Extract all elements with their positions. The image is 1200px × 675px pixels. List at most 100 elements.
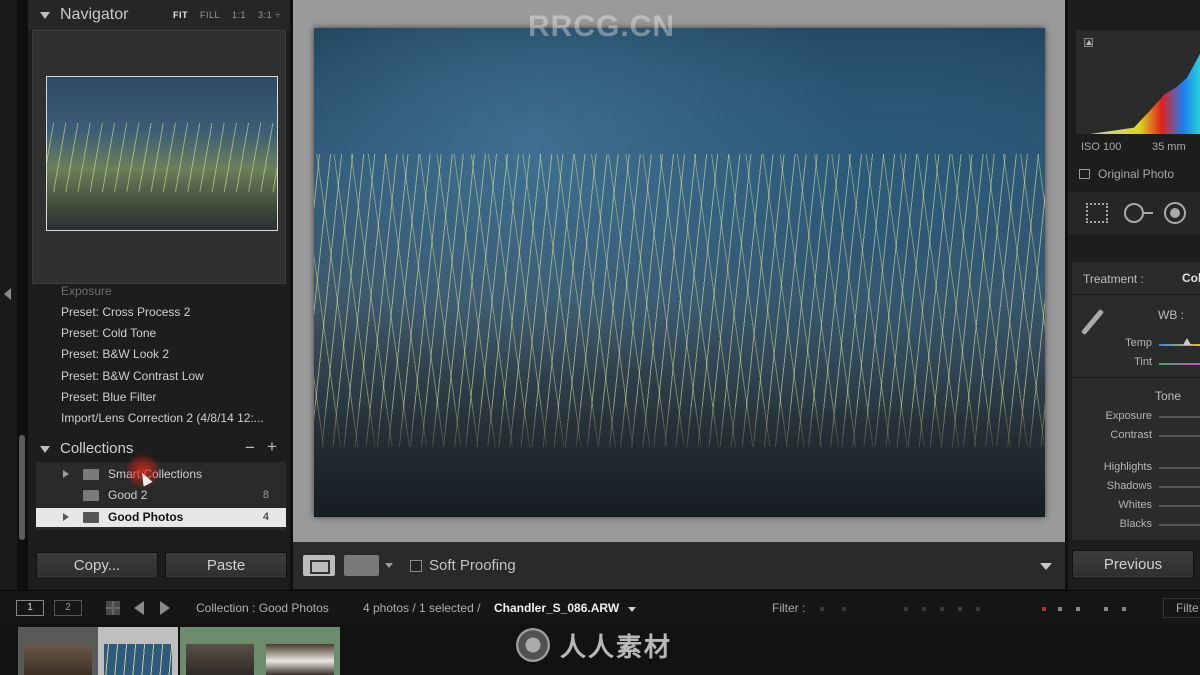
navigator-title: Navigator <box>60 6 129 23</box>
slider-label-temp: Temp <box>1125 337 1152 349</box>
slider-label-contrast: Contrast <box>1110 429 1152 441</box>
before-after-dropdown-icon[interactable] <box>385 563 393 568</box>
watermark-top: RRCG.CN <box>528 10 675 43</box>
shadows-slider[interactable] <box>1159 486 1200 488</box>
filter-color-icon[interactable] <box>1058 607 1062 611</box>
left-panel-scrollbar[interactable] <box>19 435 25 540</box>
secondary-display-button[interactable]: 2 <box>54 600 82 616</box>
selected-filename[interactable]: Chandler_S_086.ARW <box>494 601 619 615</box>
filter-label: Filter : <box>772 601 806 615</box>
blacks-slider[interactable] <box>1159 524 1200 526</box>
filter-color-red-icon[interactable] <box>1042 607 1046 611</box>
filter-star-icon[interactable] <box>958 607 962 611</box>
shadow-clipping-icon[interactable] <box>1084 38 1093 47</box>
white-balance-selector-icon[interactable] <box>1080 308 1105 336</box>
collection-row-good-photos[interactable]: Good Photos 4 <box>36 508 286 527</box>
highlights-slider[interactable] <box>1159 467 1200 469</box>
filter-kind-icon[interactable] <box>1122 607 1126 611</box>
zoom-fit-option[interactable]: FIT <box>173 10 188 20</box>
thumbnail-image <box>104 644 172 675</box>
remove-collection-button[interactable]: − <box>245 438 255 458</box>
add-collection-button[interactable]: + <box>267 437 277 457</box>
filter-kind-icon[interactable] <box>1104 607 1108 611</box>
navigator-preview[interactable] <box>32 30 286 284</box>
develop-tool-strip <box>1068 192 1200 234</box>
zoom-fill-option[interactable]: FILL <box>200 10 220 20</box>
soft-proofing-checkbox[interactable] <box>410 560 422 572</box>
forward-arrow-icon[interactable] <box>160 601 170 615</box>
slider-label-whites: Whites <box>1118 499 1152 511</box>
history-item[interactable]: Preset: Blue Filter <box>61 390 156 404</box>
history-item[interactable]: Preset: Cold Tone <box>61 326 156 340</box>
disclosure-down-icon[interactable] <box>40 446 50 453</box>
collections-header[interactable]: Collections − + <box>28 437 290 460</box>
filename-dropdown-icon[interactable] <box>628 607 636 612</box>
disclosure-right-icon[interactable] <box>63 513 69 521</box>
original-photo-checkbox[interactable] <box>1079 169 1090 179</box>
history-item[interactable]: Import/Lens Correction 2 (4/8/14 12:... <box>61 411 264 425</box>
left-panel-toggle[interactable] <box>0 0 17 590</box>
loupe-view-button[interactable] <box>303 555 335 576</box>
history-item[interactable]: Preset: B&W Contrast Low <box>61 369 204 383</box>
copy-settings-button[interactable]: Copy... <box>36 552 158 579</box>
basic-panel: Treatment : Col WB : Temp Tint Tone Expo… <box>1072 262 1200 540</box>
filter-controls[interactable] <box>820 607 1150 611</box>
temp-slider-thumb[interactable] <box>1183 338 1191 345</box>
spot-removal-icon[interactable] <box>1124 203 1144 223</box>
slider-label-tint: Tint <box>1134 356 1152 368</box>
red-eye-icon[interactable] <box>1164 202 1186 224</box>
zoom-3to1-option[interactable]: 3:1 ÷ <box>258 10 280 20</box>
previous-button[interactable]: Previous <box>1072 550 1194 579</box>
whites-slider[interactable] <box>1159 505 1200 507</box>
filmstrip-thumbnail[interactable] <box>180 627 260 675</box>
filmstrip-thumbnail-selected[interactable] <box>98 627 178 675</box>
filter-kind-icon[interactable] <box>1076 607 1080 611</box>
disclosure-down-icon[interactable] <box>40 12 50 19</box>
filter-flag-icon[interactable] <box>820 607 824 611</box>
history-item-faded[interactable]: Exposure <box>61 284 112 298</box>
filmstrip-thumbnail[interactable] <box>260 627 340 675</box>
photo-count: 4 photos / 1 selected / <box>363 601 481 615</box>
primary-display-button[interactable]: 1 <box>16 600 44 616</box>
filmstrip-source[interactable]: Collection : Good Photos <box>196 601 329 615</box>
filter-flag-icon[interactable] <box>842 607 846 611</box>
paste-settings-button[interactable]: Paste <box>165 552 287 579</box>
filter-star-icon[interactable] <box>940 607 944 611</box>
history-item[interactable]: Preset: Cross Process 2 <box>61 305 190 319</box>
filter-star-icon[interactable] <box>976 607 980 611</box>
soft-proofing-label[interactable]: Soft Proofing <box>429 557 516 574</box>
filter-star-icon[interactable] <box>922 607 926 611</box>
filter-star-icon[interactable] <box>904 607 908 611</box>
histogram[interactable] <box>1076 30 1200 134</box>
tint-slider[interactable] <box>1159 363 1200 365</box>
collection-row-smart-collections[interactable]: Smart Collections <box>36 465 286 484</box>
contrast-slider[interactable] <box>1159 435 1200 437</box>
temp-slider[interactable] <box>1159 344 1200 346</box>
photo-grass-texture <box>314 153 1045 447</box>
focal-length-value: 35 mm <box>1152 141 1186 153</box>
crop-overlay-icon[interactable] <box>1086 203 1108 223</box>
collection-row-good-2[interactable]: Good 2 8 <box>36 486 286 505</box>
main-photo[interactable] <box>314 28 1045 517</box>
zoom-1to1-option[interactable]: 1:1 <box>232 10 246 20</box>
filters-toggle[interactable]: Filte <box>1163 598 1200 618</box>
toolbar-menu-icon[interactable] <box>1040 563 1052 570</box>
filmstrip-thumbnail[interactable] <box>18 627 98 675</box>
history-item[interactable]: Preset: B&W Look 2 <box>61 347 169 361</box>
thumbnail-image <box>24 644 92 675</box>
exposure-slider[interactable] <box>1159 416 1200 418</box>
divider <box>1072 294 1200 295</box>
navigator-header[interactable]: Navigator FIT FILL 1:1 3:1 ÷ <box>28 0 290 30</box>
navigator-thumbnail[interactable] <box>46 76 278 231</box>
collapse-left-arrow-icon[interactable] <box>4 288 11 300</box>
disclosure-right-icon[interactable] <box>63 470 69 478</box>
treatment-color-option[interactable]: Col <box>1182 271 1200 285</box>
back-arrow-icon[interactable] <box>134 601 144 615</box>
slider-label-blacks: Blacks <box>1119 518 1152 530</box>
history-item-label: Exposure <box>61 284 112 298</box>
before-after-view-button[interactable] <box>344 555 379 576</box>
grid-view-icon[interactable] <box>106 601 120 615</box>
collection-set-icon <box>83 512 99 523</box>
filmstrip-bar: 1 2 Collection : Good Photos 4 photos / … <box>0 590 1200 624</box>
thumbnail-image <box>186 644 254 675</box>
